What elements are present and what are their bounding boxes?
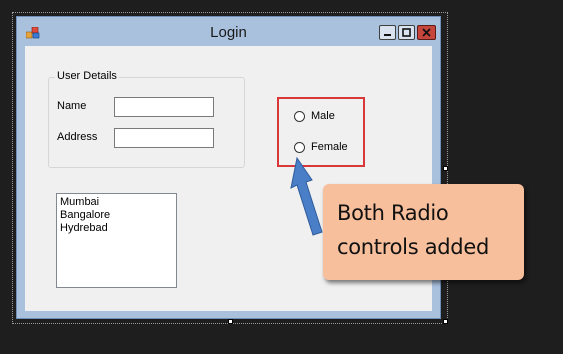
resize-handle-bottom[interactable] xyxy=(228,319,233,324)
male-radio[interactable]: Male xyxy=(294,110,335,122)
address-textbox[interactable] xyxy=(114,128,214,148)
maximize-button[interactable] xyxy=(398,25,415,40)
title-bar: Login xyxy=(17,17,440,46)
close-button[interactable] xyxy=(417,25,436,40)
maximize-icon xyxy=(402,28,411,37)
resize-handle-corner[interactable] xyxy=(443,319,448,324)
minimize-button[interactable] xyxy=(379,25,396,40)
list-item[interactable]: Bangalore xyxy=(60,209,173,222)
resize-handle-right[interactable] xyxy=(443,166,448,171)
name-label: Name xyxy=(57,100,87,112)
list-item[interactable]: Mumbai xyxy=(60,196,173,209)
name-textbox[interactable] xyxy=(114,97,214,117)
address-label: Address xyxy=(57,131,98,143)
annotation-callout: Both Radio controls added xyxy=(323,184,524,280)
close-icon xyxy=(422,28,431,37)
user-details-group-title: User Details xyxy=(55,70,119,82)
window-title: Login xyxy=(210,24,247,41)
minimize-icon xyxy=(384,34,391,36)
user-details-groupbox: User Details Name Address xyxy=(48,70,245,168)
male-radio-label: Male xyxy=(311,110,335,122)
radio-circle-icon xyxy=(294,110,305,122)
list-item[interactable]: Hydrebad xyxy=(60,222,173,235)
cities-listbox[interactable]: Mumbai Bangalore Hydrebad xyxy=(56,193,177,288)
